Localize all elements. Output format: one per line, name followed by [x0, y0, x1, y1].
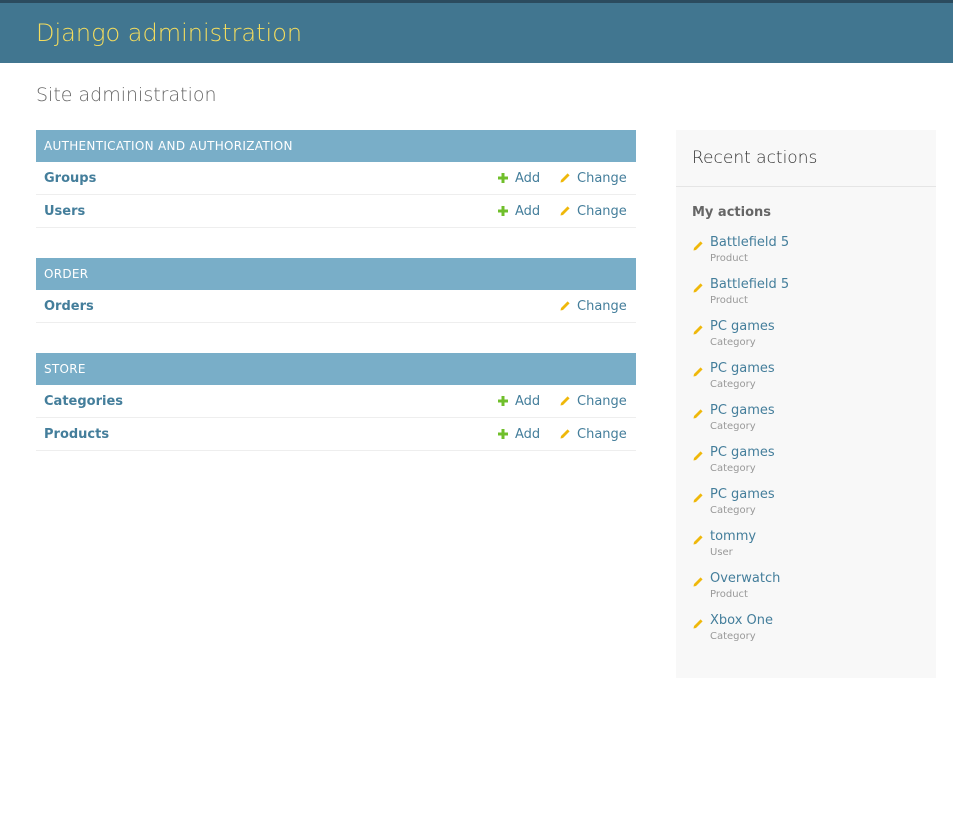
recent-action-item: PC games Category: [692, 487, 936, 529]
change-categories-button[interactable]: Change: [559, 394, 627, 409]
recent-action-item: PC games Category: [692, 403, 936, 445]
recent-action-type: Product: [710, 253, 748, 264]
pencil-icon: [559, 205, 571, 217]
recent-action-item: PC games Category: [692, 445, 936, 487]
plus-icon: [497, 172, 509, 184]
pencil-icon: [692, 573, 704, 592]
add-categories-button[interactable]: Add: [497, 394, 540, 409]
module-order: ORDER Orders Change: [36, 258, 636, 323]
model-link-orders[interactable]: Orders: [36, 299, 94, 314]
recent-action-item: Battlefield 5 Product: [692, 235, 936, 277]
recent-action-item: PC games Category: [692, 319, 936, 361]
plus-icon: [497, 395, 509, 407]
pencil-icon: [692, 531, 704, 550]
app-list: AUTHENTICATION AND AUTHORIZATION Groups …: [36, 130, 636, 481]
change-label: Change: [577, 426, 627, 442]
recent-action-link[interactable]: PC games: [710, 403, 936, 419]
recent-action-type: Product: [710, 589, 748, 600]
recent-action-link[interactable]: Overwatch: [710, 571, 936, 587]
recent-action-item: Battlefield 5 Product: [692, 277, 936, 319]
pencil-icon: [692, 363, 704, 382]
pencil-icon: [692, 321, 704, 340]
model-link-groups[interactable]: Groups: [36, 171, 96, 186]
pencil-icon: [559, 395, 571, 407]
model-row-products: Products Add Change: [36, 418, 636, 451]
recent-action-link[interactable]: PC games: [710, 445, 936, 461]
recent-action-link[interactable]: tommy: [710, 529, 936, 545]
plus-icon: [497, 428, 509, 440]
pencil-icon: [692, 405, 704, 424]
module-store: STORE Categories Add Change Products Add…: [36, 353, 636, 451]
recent-actions-panel: Recent actions My actions Battlefield 5 …: [676, 130, 936, 678]
pencil-icon: [692, 489, 704, 508]
pencil-icon: [692, 447, 704, 466]
pencil-icon: [559, 172, 571, 184]
my-actions-subtitle: My actions: [692, 205, 772, 220]
site-title[interactable]: Django administration: [36, 19, 302, 47]
recent-action-link[interactable]: PC games: [710, 361, 936, 377]
recent-action-type: Category: [710, 505, 756, 516]
change-label: Change: [577, 298, 627, 314]
module-caption[interactable]: STORE: [36, 353, 636, 385]
module-caption[interactable]: AUTHENTICATION AND AUTHORIZATION: [36, 130, 636, 162]
recent-action-item: Xbox One Category: [692, 613, 936, 655]
recent-action-item: PC games Category: [692, 361, 936, 403]
recent-action-link[interactable]: Battlefield 5: [710, 235, 936, 251]
module-auth: AUTHENTICATION AND AUTHORIZATION Groups …: [36, 130, 636, 228]
recent-action-type: Category: [710, 421, 756, 432]
change-label: Change: [577, 203, 627, 219]
change-orders-button[interactable]: Change: [559, 299, 627, 314]
change-label: Change: [577, 393, 627, 409]
add-users-button[interactable]: Add: [497, 204, 540, 219]
model-row-orders: Orders Change: [36, 290, 636, 323]
model-row-users: Users Add Change: [36, 195, 636, 228]
recent-action-type: Category: [710, 379, 756, 390]
recent-action-link[interactable]: PC games: [710, 319, 936, 335]
module-caption[interactable]: ORDER: [36, 258, 636, 290]
recent-action-item: tommy User: [692, 529, 936, 571]
model-link-products[interactable]: Products: [36, 427, 109, 442]
recent-action-link[interactable]: PC games: [710, 487, 936, 503]
model-row-categories: Categories Add Change: [36, 385, 636, 418]
add-label: Add: [515, 426, 541, 442]
recent-action-link[interactable]: Battlefield 5: [710, 277, 936, 293]
pencil-icon: [692, 237, 704, 256]
recent-action-type: Category: [710, 337, 756, 348]
plus-icon: [497, 205, 509, 217]
recent-action-type: Category: [710, 631, 756, 642]
add-label: Add: [515, 203, 541, 219]
model-row-groups: Groups Add Change: [36, 162, 636, 195]
recent-action-type: User: [710, 547, 733, 558]
model-link-categories[interactable]: Categories: [36, 394, 123, 409]
pencil-icon: [692, 615, 704, 634]
recent-actions-list: Battlefield 5 Product Battlefield 5 Prod…: [676, 235, 936, 655]
add-products-button[interactable]: Add: [497, 427, 540, 442]
pencil-icon: [559, 300, 571, 312]
page-title: Site administration: [36, 84, 217, 106]
model-link-users[interactable]: Users: [36, 204, 85, 219]
recent-action-link[interactable]: Xbox One: [710, 613, 936, 629]
change-users-button[interactable]: Change: [559, 204, 627, 219]
recent-actions-title: Recent actions: [676, 130, 936, 187]
recent-action-type: Product: [710, 295, 748, 306]
pencil-icon: [559, 428, 571, 440]
add-groups-button[interactable]: Add: [497, 171, 540, 186]
change-products-button[interactable]: Change: [559, 427, 627, 442]
add-label: Add: [515, 170, 541, 186]
add-label: Add: [515, 393, 541, 409]
site-header: Django administration: [0, 3, 953, 63]
recent-action-type: Category: [710, 463, 756, 474]
change-label: Change: [577, 170, 627, 186]
change-groups-button[interactable]: Change: [559, 171, 627, 186]
pencil-icon: [692, 279, 704, 298]
recent-action-item: Overwatch Product: [692, 571, 936, 613]
